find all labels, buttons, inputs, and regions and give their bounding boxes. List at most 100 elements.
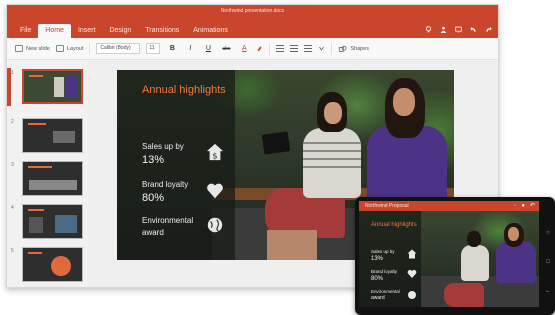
- bullets-icon[interactable]: [276, 45, 285, 52]
- thumb-title-bar: [28, 123, 46, 125]
- dollar-icon: $: [206, 143, 224, 160]
- font-size-dropdown[interactable]: 11: [146, 43, 161, 54]
- ribbon-tabs: File Home Insert Design Transitions Anim…: [13, 21, 235, 38]
- share-icon[interactable]: [440, 26, 447, 33]
- italic-button[interactable]: I: [184, 45, 196, 52]
- slide-photo-person: [303, 128, 361, 198]
- undo-icon[interactable]: [470, 26, 477, 33]
- thumb-title-bar: [28, 166, 52, 168]
- thumb-device: [55, 215, 77, 233]
- undo-icon[interactable]: ↶: [530, 202, 535, 210]
- dollar-icon: [407, 249, 417, 259]
- align-icon[interactable]: [304, 45, 313, 52]
- new-slide-button[interactable]: New slide: [15, 45, 50, 52]
- thumb-title-bar: [29, 75, 43, 77]
- thumb-person: [54, 77, 64, 97]
- slide-thumbnail-panel: 1 2 3 4 5: [7, 61, 89, 287]
- slide-photo-stripe: [303, 158, 361, 160]
- thumb-grid: [53, 131, 75, 143]
- thumb-pie: [51, 256, 71, 276]
- tab-insert[interactable]: Insert: [71, 24, 103, 38]
- phone-document-title: Northwind Proposal: [365, 203, 409, 209]
- phone-slide-person: [461, 245, 489, 281]
- back-icon[interactable]: ←: [545, 288, 551, 294]
- shapes-button[interactable]: Shapes: [338, 45, 369, 53]
- thumbnail-number: 1: [11, 70, 14, 76]
- lightbulb-icon[interactable]: [425, 26, 432, 33]
- phone-slide-person: [467, 231, 481, 247]
- slide-photo-person: [393, 88, 415, 116]
- slide-thumbnail-1[interactable]: [22, 69, 83, 104]
- shapes-icon: [339, 45, 347, 52]
- thumb-title-bar: [28, 209, 44, 211]
- layout-label: Layout: [66, 45, 84, 52]
- heart-icon: [207, 183, 223, 199]
- product-showcase: Northwind presentation.docx File Home In…: [0, 0, 555, 315]
- search-icon[interactable]: ○: [545, 230, 551, 236]
- thumbnail-number: 5: [11, 248, 14, 254]
- globe-icon: [408, 291, 416, 299]
- phone-slide-person: [496, 241, 536, 283]
- title-bar-icons: [425, 26, 492, 33]
- ribbon-home: New slide Layout Calibri (Body) 11 B I U…: [7, 38, 498, 60]
- thumb-person: [66, 76, 78, 98]
- stat-label-sales: Sales up by: [142, 142, 184, 151]
- thumbnail-number: 4: [11, 205, 14, 211]
- thumbnail-number: 2: [11, 119, 14, 125]
- globe-icon: [207, 217, 223, 233]
- tab-transitions[interactable]: Transitions: [138, 24, 186, 38]
- slide-thumbnail-2[interactable]: [22, 118, 83, 153]
- strikethrough-button[interactable]: abc: [220, 46, 232, 52]
- slide-photo-person: [324, 102, 342, 124]
- phone-slide-person: [444, 283, 484, 307]
- slide-title: Annual highlights: [142, 84, 226, 96]
- phone-nav-buttons: ○ □ ←: [543, 219, 553, 305]
- stat-label-loyalty: Brand loyalty: [142, 180, 189, 189]
- slide-photo-stripe: [303, 150, 361, 152]
- thumb-device: [29, 217, 43, 233]
- heart-icon: [407, 269, 417, 278]
- font-color-button[interactable]: A: [238, 45, 250, 52]
- bold-button[interactable]: B: [166, 45, 178, 52]
- present-icon[interactable]: [455, 26, 462, 33]
- slide-photo-stripe: [303, 142, 361, 144]
- font-name-dropdown[interactable]: Calibri (Body): [96, 43, 141, 54]
- slide-thumbnail-5[interactable]: [22, 247, 83, 282]
- highlight-icon[interactable]: [256, 45, 263, 52]
- thumbnail-number: 3: [11, 162, 14, 168]
- slide-photo-tablet: [261, 131, 291, 155]
- thumb-devices: [29, 180, 77, 190]
- windows-icon[interactable]: □: [545, 259, 551, 265]
- svg-text:$: $: [212, 150, 217, 160]
- underline-button[interactable]: U: [202, 45, 214, 52]
- slide-thumbnail-4[interactable]: [22, 204, 83, 239]
- phone-slide-person: [508, 227, 519, 241]
- ribbon-divider: [89, 42, 91, 55]
- tab-animations[interactable]: Animations: [186, 24, 235, 38]
- stat-value-loyalty: 80%: [142, 192, 165, 204]
- document-title: Northwind presentation.docx: [220, 8, 285, 14]
- ribbon-divider: [331, 42, 333, 55]
- numbering-icon[interactable]: [290, 45, 299, 52]
- phone-stat-value-sales: 13%: [371, 256, 384, 262]
- chevron-down-icon[interactable]: [318, 45, 325, 52]
- lightbulb-icon[interactable]: ◦: [514, 202, 516, 210]
- phone-slide-title: Annual highlights: [371, 222, 417, 228]
- share-icon[interactable]: ●: [521, 202, 525, 210]
- tab-design[interactable]: Design: [102, 24, 138, 38]
- layout-button[interactable]: Layout: [55, 45, 84, 52]
- phone-device: Northwind Proposal ◦ ● ↶ Annual highligh…: [355, 197, 555, 315]
- tab-home[interactable]: Home: [38, 24, 71, 38]
- slide-photo-person: [267, 230, 317, 260]
- redo-icon[interactable]: [485, 26, 492, 33]
- layout-icon: [55, 45, 64, 52]
- phone-stat-value-loyalty: 80%: [371, 276, 384, 282]
- tab-file[interactable]: File: [13, 24, 38, 38]
- stat-value-sales: 13%: [142, 154, 165, 166]
- phone-stat-value-award: award: [371, 295, 385, 301]
- slide-thumbnail-3[interactable]: [22, 161, 83, 196]
- phone-title-icons: ◦ ● ↶: [514, 202, 535, 210]
- shapes-label: Shapes: [350, 45, 370, 52]
- phone-title-bar: Northwind Proposal ◦ ● ↶: [359, 201, 539, 211]
- phone-slide[interactable]: Annual highlights Sales up by 13% Brand …: [359, 211, 539, 307]
